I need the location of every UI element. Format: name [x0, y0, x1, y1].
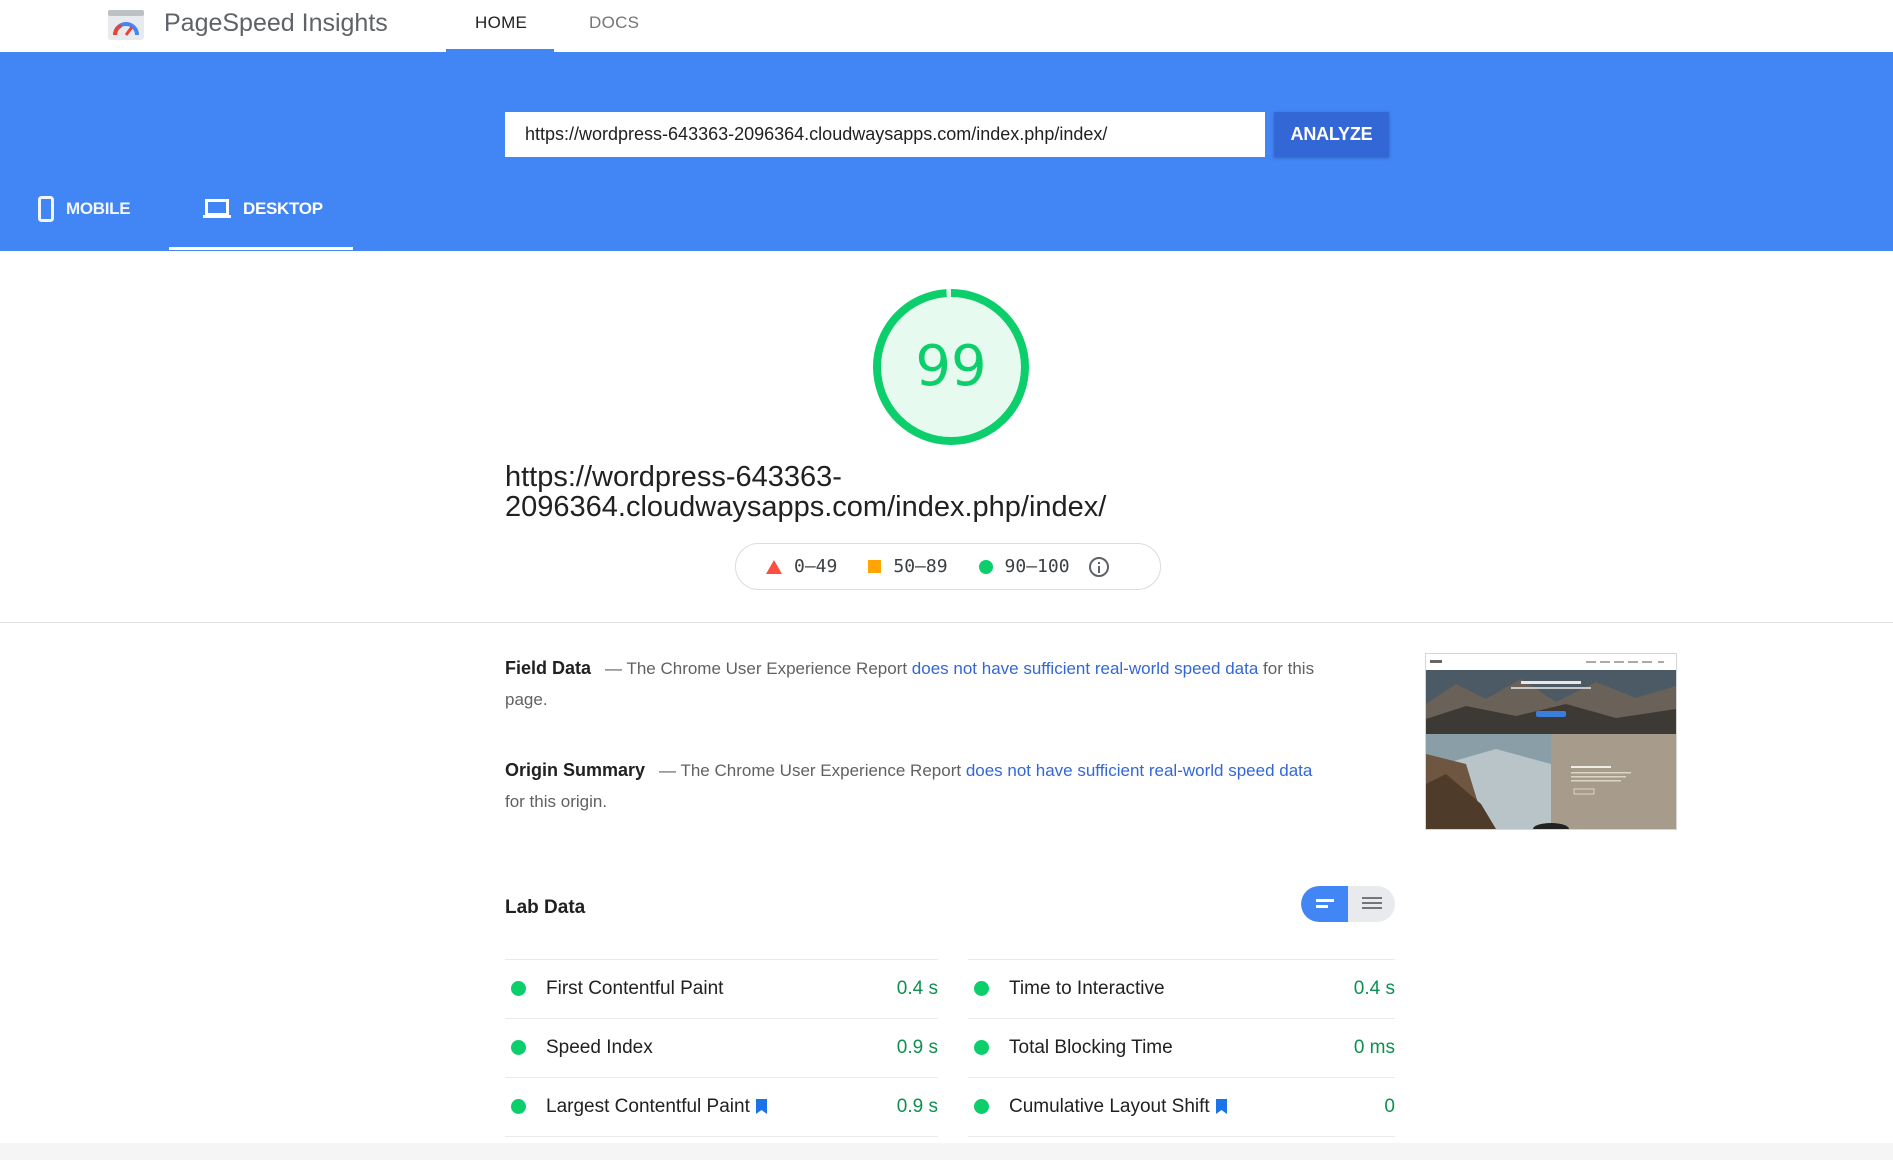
metric-value: 0.4 s — [896, 977, 938, 999]
active-device-indicator — [169, 247, 353, 250]
pass-circle-icon — [974, 1040, 989, 1055]
pass-circle-icon — [511, 1099, 526, 1114]
compact-view-icon — [1316, 899, 1334, 908]
nav-tab-home[interactable]: HOME — [475, 12, 527, 34]
score-legend: 0–49 50–89 90–100 — [735, 543, 1161, 590]
origin-summary-link[interactable]: does not have sufficient real-world spee… — [966, 761, 1313, 780]
tab-desktop-label: DESKTOP — [243, 199, 323, 218]
metric-time-to-interactive: Time to Interactive 0.4 s — [968, 959, 1395, 1017]
metric-first-contentful-paint: First Contentful Paint 0.4 s — [505, 959, 938, 1017]
field-data-title: Field Data — [505, 658, 592, 678]
legend-fail: 0–49 — [766, 556, 837, 577]
metric-speed-index: Speed Index 0.9 s — [505, 1018, 938, 1076]
pass-circle-icon — [974, 1099, 989, 1114]
metric-value: 0.9 s — [896, 1036, 938, 1058]
metric-label: First Contentful Paint — [546, 977, 724, 999]
laptop-icon — [203, 199, 231, 218]
brand-name[interactable]: PageSpeed Insights — [164, 8, 388, 38]
origin-summary-section: Origin Summary — The Chrome User Experien… — [505, 755, 1315, 817]
hero-banner: ANALYZE MOBILE DESKTOP — [0, 52, 1893, 251]
metric-label: Time to Interactive — [1009, 977, 1165, 999]
phone-icon — [38, 196, 54, 222]
bookmark-icon — [1215, 1099, 1227, 1114]
page-screenshot-thumbnail — [1425, 653, 1677, 830]
field-data-section: Field Data — The Chrome User Experience R… — [505, 653, 1315, 715]
info-icon[interactable] — [1088, 556, 1109, 577]
origin-summary-title: Origin Summary — [505, 760, 646, 780]
view-toggle[interactable] — [1301, 886, 1395, 922]
legend-pass-label: 90–100 — [1004, 556, 1070, 577]
metric-value: 0 ms — [1353, 1036, 1395, 1058]
circle-icon — [978, 559, 993, 574]
metric-label: Cumulative Layout Shift — [1009, 1095, 1210, 1117]
metric-value: 0 — [1384, 1095, 1395, 1117]
analyze-button[interactable]: ANALYZE — [1274, 112, 1389, 157]
metric-label: Largest Contentful Paint — [546, 1095, 750, 1117]
row-divider — [968, 1136, 1395, 1137]
origin-summary-text-end: for this origin. — [505, 792, 608, 811]
tested-url-line-1: https://wordpress-643363- — [505, 461, 842, 493]
metric-largest-contentful-paint: Largest Contentful Paint 0.9 s — [505, 1077, 938, 1135]
tab-mobile-label: MOBILE — [66, 199, 131, 218]
top-nav: PageSpeed Insights HOME DOCS — [0, 0, 1893, 52]
metric-cumulative-layout-shift: Cumulative Layout Shift 0 — [968, 1077, 1395, 1135]
field-data-link[interactable]: does not have sufficient real-world spee… — [912, 659, 1259, 678]
url-input[interactable] — [505, 112, 1265, 157]
triangle-icon — [766, 559, 782, 574]
nav-tab-docs[interactable]: DOCS — [589, 12, 639, 34]
tab-desktop[interactable]: DESKTOP — [203, 198, 323, 220]
performance-score: 99 — [915, 334, 987, 399]
legend-average-label: 50–89 — [893, 556, 948, 577]
metric-total-blocking-time: Total Blocking Time 0 ms — [968, 1018, 1395, 1076]
section-divider — [0, 622, 1893, 623]
field-data-text: — The Chrome User Experience Report — [605, 659, 912, 678]
lab-data-title: Lab Data — [505, 897, 586, 918]
pagespeed-logo-icon[interactable] — [107, 7, 145, 43]
tested-url-line-2: 2096364.cloudwaysapps.com/index.php/inde… — [505, 491, 1107, 523]
square-icon — [868, 560, 882, 573]
metric-label-wrap: Cumulative Layout Shift — [1009, 1096, 1384, 1118]
origin-summary-text: — The Chrome User Experience Report — [659, 761, 966, 780]
metric-label-wrap: Largest Contentful Paint — [546, 1096, 897, 1118]
bookmark-icon — [755, 1099, 767, 1114]
legend-average: 50–89 — [868, 556, 948, 577]
pass-circle-icon — [974, 981, 989, 996]
metric-label: Total Blocking Time — [1009, 1036, 1173, 1058]
row-divider — [505, 1136, 938, 1137]
legend-pass: 90–100 — [978, 556, 1070, 577]
footer-band — [0, 1143, 1893, 1160]
tested-url: https://wordpress-643363- 2096364.cloudw… — [505, 462, 1265, 522]
legend-fail-label: 0–49 — [794, 556, 838, 577]
pass-circle-icon — [511, 981, 526, 996]
metric-label: Speed Index — [546, 1036, 653, 1058]
metric-value: 0.9 s — [896, 1095, 938, 1117]
tab-mobile[interactable]: MOBILE — [38, 196, 131, 222]
metric-value: 0.4 s — [1353, 977, 1395, 999]
pass-circle-icon — [511, 1040, 526, 1055]
expanded-view-icon[interactable] — [1348, 886, 1395, 922]
compact-view-button[interactable] — [1301, 886, 1348, 922]
